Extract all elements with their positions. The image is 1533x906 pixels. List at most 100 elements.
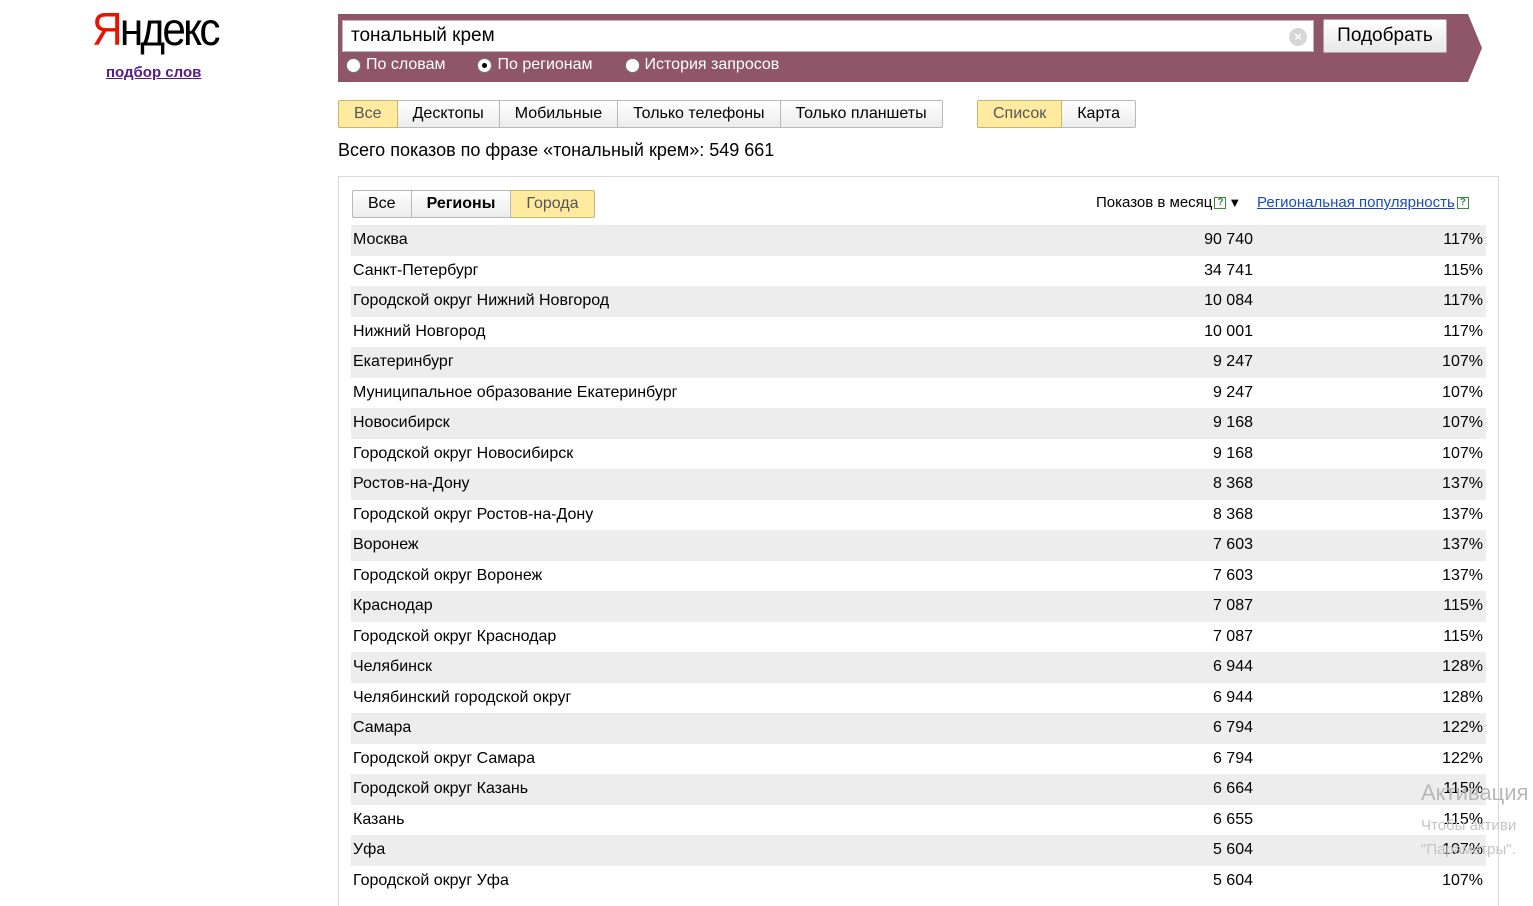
- device-tabs: Все Десктопы Мобильные Только телефоны Т…: [338, 100, 943, 128]
- column-shows-header[interactable]: Показов в месяц ? ▼: [1096, 194, 1241, 211]
- shows-count: 10 084: [1204, 292, 1253, 310]
- tab-map[interactable]: Карта: [1062, 100, 1137, 128]
- view-tabs: Список Карта: [977, 100, 1137, 128]
- table-row: Городской округ Самара 6 794 122%: [351, 744, 1486, 775]
- activation-watermark-line: "Параметры".: [1421, 841, 1516, 858]
- popularity-percent: 137%: [1442, 536, 1483, 554]
- shows-count: 7 603: [1212, 536, 1253, 554]
- shows-count: 8 368: [1212, 475, 1253, 493]
- region-name: Самара: [353, 719, 412, 737]
- shows-count: 7 087: [1212, 597, 1253, 615]
- activation-watermark-title: Активация: [1421, 780, 1529, 805]
- radio-dot-selected[interactable]: [477, 57, 493, 73]
- shows-count: 34 741: [1204, 261, 1253, 279]
- region-name: Воронеж: [353, 536, 419, 554]
- tab-phones-only[interactable]: Только телефоны: [618, 100, 781, 128]
- radio-by-words[interactable]: По словам: [346, 55, 445, 75]
- shows-count: 6 794: [1212, 749, 1253, 767]
- shows-count: 5 604: [1212, 841, 1253, 859]
- shows-count: 6 655: [1212, 810, 1253, 828]
- table-row: Муниципальное образование Екатеринбург 9 …: [351, 378, 1486, 409]
- tab-list[interactable]: Список: [977, 100, 1063, 128]
- table-row: Санкт-Петербург 34 741 115%: [351, 256, 1486, 287]
- logo-first-letter: Я: [92, 3, 123, 55]
- table-row: Челябинский городской округ 6 944 128%: [351, 683, 1486, 714]
- yandex-logo[interactable]: Яндекс: [92, 3, 221, 55]
- table-row: Ростов-на-Дону 8 368 137%: [351, 469, 1486, 500]
- radio-label: По словам: [366, 56, 446, 73]
- popularity-percent: 115%: [1443, 597, 1483, 615]
- tab-all-regions[interactable]: Все: [352, 190, 412, 218]
- help-icon[interactable]: ?: [1456, 196, 1469, 209]
- region-name: Челябинский городской округ: [353, 688, 572, 706]
- tab-desktops[interactable]: Десктопы: [397, 100, 500, 128]
- popularity-percent: 117%: [1443, 292, 1483, 310]
- region-name: Казань: [353, 810, 405, 828]
- region-name: Муниципальное образование Екатеринбург: [353, 383, 678, 401]
- radio-dot[interactable]: [624, 57, 640, 73]
- table-row: Уфа 5 604 107%: [351, 835, 1486, 866]
- table-row: Городской округ Новосибирск 9 168 107%: [351, 439, 1486, 470]
- region-name: Городской округ Новосибирск: [353, 444, 574, 462]
- table-row: Городской округ Нижний Новгород 10 084 117…: [351, 286, 1486, 317]
- tab-all-devices[interactable]: Все: [338, 100, 398, 128]
- table-row: Самара 6 794 122%: [351, 713, 1486, 744]
- region-name: Ростов-на-Дону: [353, 475, 470, 493]
- column-popularity-header[interactable]: Региональная популярность ?: [1257, 194, 1469, 211]
- shows-count: 7 603: [1212, 566, 1253, 584]
- table-row: Городской округ Уфа 5 604 107%: [351, 866, 1486, 897]
- service-link[interactable]: подбор слов: [106, 64, 201, 81]
- shows-count: 8 368: [1212, 505, 1253, 523]
- popularity-percent: 137%: [1442, 505, 1483, 523]
- column-popularity-label[interactable]: Региональная популярность: [1257, 194, 1455, 211]
- region-name: Нижний Новгород: [353, 322, 486, 340]
- popularity-percent: 128%: [1442, 658, 1483, 676]
- search-input[interactable]: тональный крем: [342, 20, 1314, 52]
- region-name: Городской округ Краснодар: [353, 627, 557, 645]
- table-row: Городской округ Казань 6 664 115%: [351, 774, 1486, 805]
- shows-count: 6 944: [1212, 658, 1253, 676]
- table-row: Челябинск 6 944 128%: [351, 652, 1486, 683]
- tab-cities[interactable]: Города: [511, 190, 595, 218]
- sort-desc-icon[interactable]: ▼: [1228, 195, 1241, 210]
- region-name: Москва: [353, 231, 408, 249]
- table-row: Новосибирск 9 168 107%: [351, 408, 1486, 439]
- table-row: Городской округ Краснодар 7 087 115%: [351, 622, 1486, 653]
- popularity-percent: 117%: [1443, 322, 1483, 340]
- shows-count: 5 604: [1212, 871, 1253, 889]
- table-row: Воронеж 7 603 137%: [351, 530, 1486, 561]
- shows-count: 6 664: [1212, 780, 1253, 798]
- radio-dot[interactable]: [346, 57, 361, 73]
- popularity-percent: 115%: [1443, 627, 1483, 645]
- shows-count: 10 001: [1204, 322, 1253, 340]
- shows-count: 9 168: [1212, 444, 1253, 462]
- search-band-arrow: [1468, 14, 1482, 82]
- radio-by-regions[interactable]: По регионам: [477, 55, 593, 75]
- search-mode-radios: По словам По регионам История запросов: [346, 55, 811, 75]
- region-name: Городской округ Казань: [353, 780, 529, 798]
- clear-icon[interactable]: ×: [1289, 28, 1307, 46]
- shows-count: 90 740: [1204, 231, 1253, 249]
- radio-history[interactable]: История запросов: [624, 55, 779, 75]
- tab-mobile[interactable]: Мобильные: [499, 100, 619, 128]
- help-icon[interactable]: ?: [1214, 196, 1227, 209]
- region-name: Городской округ Самара: [353, 749, 535, 767]
- region-name: Городской округ Нижний Новгород: [353, 292, 610, 310]
- shows-count: 7 087: [1212, 627, 1253, 645]
- popularity-percent: 117%: [1443, 231, 1483, 249]
- results-table: Москва 90 740 117% Санкт-Петербург 34 741 115…: [351, 225, 1486, 896]
- column-shows-label: Показов в месяц: [1096, 194, 1213, 211]
- popularity-percent: 122%: [1442, 749, 1483, 767]
- region-tabs: Все Регионы Города: [352, 190, 595, 218]
- region-name: Санкт-Петербург: [353, 261, 479, 279]
- popularity-percent: 115%: [1443, 261, 1483, 279]
- table-row: Москва 90 740 117%: [351, 225, 1486, 256]
- tab-regions[interactable]: Регионы: [411, 190, 512, 218]
- total-shows-text: Всего показов по фразе «тональный крем»:…: [338, 140, 775, 160]
- search-button[interactable]: Подобрать: [1323, 19, 1447, 53]
- table-row: Екатеринбург 9 247 107%: [351, 347, 1486, 378]
- tab-tablets-only[interactable]: Только планшеты: [780, 100, 943, 128]
- table-row: Краснодар 7 087 115%: [351, 591, 1486, 622]
- popularity-percent: 107%: [1442, 871, 1483, 889]
- table-row: Городской округ Воронеж 7 603 137%: [351, 561, 1486, 592]
